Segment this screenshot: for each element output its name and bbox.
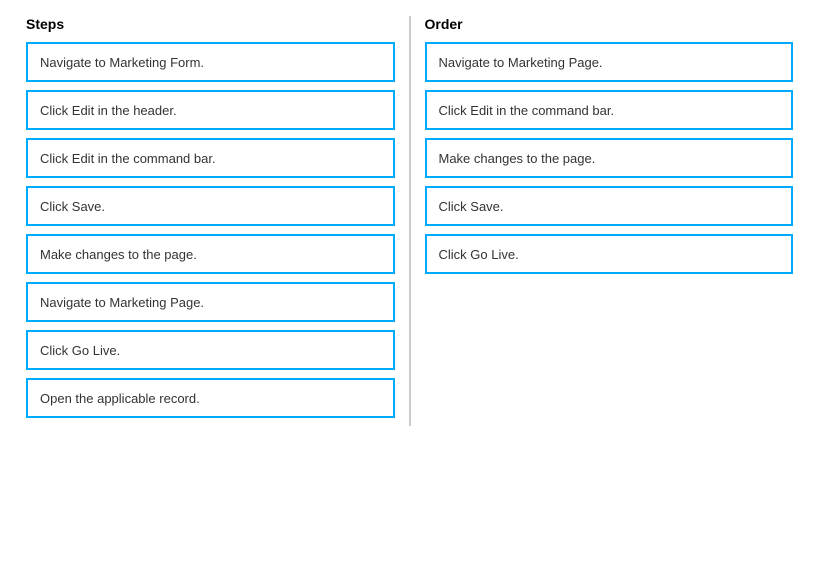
list-item[interactable]: Navigate to Marketing Page. <box>26 282 395 322</box>
steps-column: Steps Navigate to Marketing Form. Click E… <box>16 16 405 426</box>
list-item[interactable]: Click Edit in the command bar. <box>26 138 395 178</box>
steps-header: Steps <box>26 16 395 32</box>
order-header: Order <box>425 16 794 32</box>
list-item[interactable]: Click Save. <box>26 186 395 226</box>
list-item[interactable]: Click Go Live. <box>26 330 395 370</box>
order-list: Navigate to Marketing Page. Click Edit in… <box>425 42 794 274</box>
list-item[interactable]: Click Edit in the command bar. <box>425 90 794 130</box>
list-item[interactable]: Navigate to Marketing Form. <box>26 42 395 82</box>
list-item[interactable]: Make changes to the page. <box>425 138 794 178</box>
list-item[interactable]: Click Save. <box>425 186 794 226</box>
list-item[interactable]: Make changes to the page. <box>26 234 395 274</box>
list-item[interactable]: Click Go Live. <box>425 234 794 274</box>
main-layout: Steps Navigate to Marketing Form. Click E… <box>16 16 803 426</box>
list-item[interactable]: Open the applicable record. <box>26 378 395 418</box>
order-column: Order Navigate to Marketing Page. Click E… <box>415 16 804 426</box>
list-item[interactable]: Click Edit in the header. <box>26 90 395 130</box>
column-divider <box>409 16 411 426</box>
steps-list: Navigate to Marketing Form. Click Edit in… <box>26 42 395 418</box>
list-item[interactable]: Navigate to Marketing Page. <box>425 42 794 82</box>
